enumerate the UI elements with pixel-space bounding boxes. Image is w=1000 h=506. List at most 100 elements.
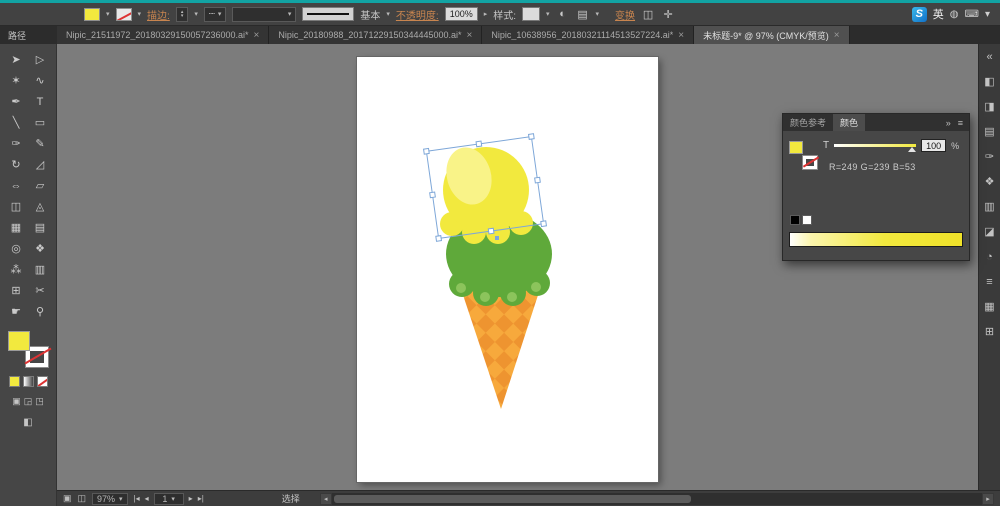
tint-slider[interactable] <box>834 144 917 152</box>
style-swatch[interactable] <box>522 7 541 21</box>
stroke-stepper-icon[interactable]: ▴ ▾ <box>181 10 184 19</box>
fill-dropdown-icon[interactable]: ▾ <box>106 10 110 18</box>
opacity-value-field[interactable]: 100% <box>444 7 478 21</box>
gradient-panel-icon[interactable]: ◪ <box>981 224 999 239</box>
ime-menu-icon[interactable]: ▾ <box>985 9 990 20</box>
paintbrush-tool[interactable]: ✑ <box>4 133 28 154</box>
perspective-grid-tool[interactable]: ◬ <box>28 196 52 217</box>
blend-tool[interactable]: ❖ <box>28 238 52 259</box>
align-icon[interactable]: ◫ <box>641 8 655 21</box>
free-transform-tool[interactable]: ▱ <box>28 175 52 196</box>
shape-builder-tool[interactable]: ◫ <box>4 196 28 217</box>
swatches-panel-icon[interactable]: ▤ <box>981 124 999 139</box>
pen-tool[interactable]: ✒ <box>4 91 28 112</box>
color-guide-panel-icon[interactable]: ◨ <box>981 99 999 114</box>
zoom-tool[interactable]: ⚲ <box>28 301 52 322</box>
stroke-color-swatch[interactable] <box>115 7 132 21</box>
document-tab[interactable]: Nipic_10638956_20180321114513527224.ai* … <box>482 26 695 44</box>
tab-close-icon[interactable]: × <box>467 30 473 41</box>
tab-color[interactable]: 颜色 <box>833 114 866 131</box>
symbol-sprayer-tool[interactable]: ⁂ <box>4 259 28 280</box>
document-tab[interactable]: Nipic_20180988_20171229150344445000.ai* … <box>269 26 483 44</box>
dash-style-dropdown[interactable]: ┈ ▾ <box>203 6 227 22</box>
expand-dock-icon[interactable]: « <box>981 49 999 64</box>
gradient-button[interactable] <box>22 376 34 387</box>
color-button[interactable] <box>8 376 20 387</box>
yellow-scoop[interactable] <box>440 142 533 244</box>
transform-link[interactable]: 变换 <box>615 7 635 22</box>
pencil-tool[interactable]: ✎ <box>28 133 52 154</box>
scroll-left-arrow[interactable]: ◂ <box>319 492 332 505</box>
document-setup-icon[interactable]: ◐ <box>556 8 570 20</box>
artboard-number-field[interactable]: 1 ▾ <box>153 492 184 505</box>
status-icon-b[interactable]: ◫ <box>78 493 87 504</box>
layers-panel-icon[interactable]: ▦ <box>981 299 999 314</box>
panel-fill-swatch[interactable] <box>789 141 803 154</box>
scale-tool[interactable]: ◿ <box>28 154 52 175</box>
tint-value-field[interactable]: 100 <box>921 139 947 152</box>
distribute-icon[interactable]: ✛ <box>661 8 675 21</box>
brush-stroke-preview[interactable] <box>302 7 355 21</box>
document-tab[interactable]: Nipic_21511972_20180329150057236000.ai* … <box>57 26 270 44</box>
column-graph-tool[interactable]: ▥ <box>28 259 52 280</box>
lasso-tool[interactable]: ∿ <box>28 70 52 91</box>
hand-tool[interactable]: ☛ <box>4 301 28 322</box>
type-tool[interactable]: T <box>28 91 52 112</box>
stroke-weight-dropdown-icon[interactable]: ▾ <box>194 10 198 18</box>
color-spectrum-ramp[interactable] <box>789 232 963 247</box>
fill-color-swatch[interactable] <box>84 7 100 21</box>
slice-tool[interactable]: ✂ <box>28 280 52 301</box>
transparency-panel-icon[interactable]: ◔ <box>981 249 999 264</box>
stroke-panel-icon[interactable]: ▥ <box>981 199 999 214</box>
stroke-dropdown-icon[interactable]: ▾ <box>138 10 142 18</box>
panel-stroke-swatch[interactable] <box>803 156 817 169</box>
waffle-cone[interactable] <box>456 278 545 409</box>
rectangle-tool[interactable]: ▭ <box>28 112 52 133</box>
tint-slider-handle[interactable] <box>908 147 917 152</box>
eyedropper-tool[interactable]: ◎ <box>4 238 28 259</box>
style-dropdown-icon[interactable]: ▾ <box>546 10 550 18</box>
zoom-level-dropdown[interactable]: 97% ▾ <box>92 492 128 505</box>
none-button[interactable] <box>36 376 48 387</box>
scroll-right-arrow[interactable]: ▸ <box>982 492 994 505</box>
anchor-point[interactable] <box>495 236 499 240</box>
tab-color-guide[interactable]: 颜色参考 <box>783 114 833 131</box>
canvas-area[interactable] <box>57 44 978 490</box>
line-segment-tool[interactable]: ╲ <box>4 112 28 133</box>
draw-behind-icon[interactable]: ◲ <box>24 396 33 407</box>
artboard[interactable] <box>356 56 659 483</box>
brushes-panel-icon[interactable]: ✑ <box>981 149 999 164</box>
white-swatch[interactable] <box>802 215 812 225</box>
next-artboard-button[interactable]: ▸ <box>189 494 193 503</box>
preferences-icon[interactable]: ▤ <box>576 8 590 21</box>
draw-inside-icon[interactable]: ◳ <box>35 396 44 407</box>
document-tab[interactable]: 未标题-9* @ 97% (CMYK/预览) × <box>694 26 850 44</box>
black-swatch[interactable] <box>790 215 800 225</box>
opacity-link[interactable]: 不透明度: <box>396 7 439 22</box>
ime-mode-icon[interactable]: ◍ <box>950 9 959 20</box>
panel-collapse-icon[interactable]: » <box>946 118 951 128</box>
stroke-weight-link[interactable]: 描边: <box>147 7 170 22</box>
ime-language-indicator[interactable]: 英 <box>933 6 944 22</box>
tab-close-icon[interactable]: × <box>254 30 260 41</box>
first-artboard-button[interactable]: |◂ <box>134 494 140 503</box>
brush-dropdown-icon[interactable]: ▾ <box>386 10 390 18</box>
scrollbar-thumb[interactable] <box>333 494 692 503</box>
artboards-panel-icon[interactable]: ⊞ <box>981 324 999 339</box>
tab-close-icon[interactable]: × <box>834 30 840 41</box>
color-panel-icon[interactable]: ◧ <box>981 74 999 89</box>
panel-menu-icon[interactable]: ≡ <box>958 118 963 128</box>
last-artboard-button[interactable]: ▸| <box>198 494 204 503</box>
magic-wand-tool[interactable]: ✶ <box>4 70 28 91</box>
tab-close-icon[interactable]: × <box>678 30 684 41</box>
ime-logo[interactable]: S <box>911 6 927 22</box>
gradient-tool[interactable]: ▤ <box>28 217 52 238</box>
scrollbar-track[interactable] <box>331 492 982 505</box>
ime-keyboard-icon[interactable]: ⌨ <box>965 9 979 20</box>
previous-artboard-button[interactable]: ◂ <box>145 494 149 503</box>
fill-swatch[interactable] <box>8 331 30 351</box>
artboard-tool[interactable]: ⊞ <box>4 280 28 301</box>
appearance-panel-icon[interactable]: ≡ <box>981 274 999 289</box>
rotate-tool[interactable]: ↻ <box>4 154 28 175</box>
stroke-weight-field[interactable]: ▴ ▾ <box>175 6 189 22</box>
